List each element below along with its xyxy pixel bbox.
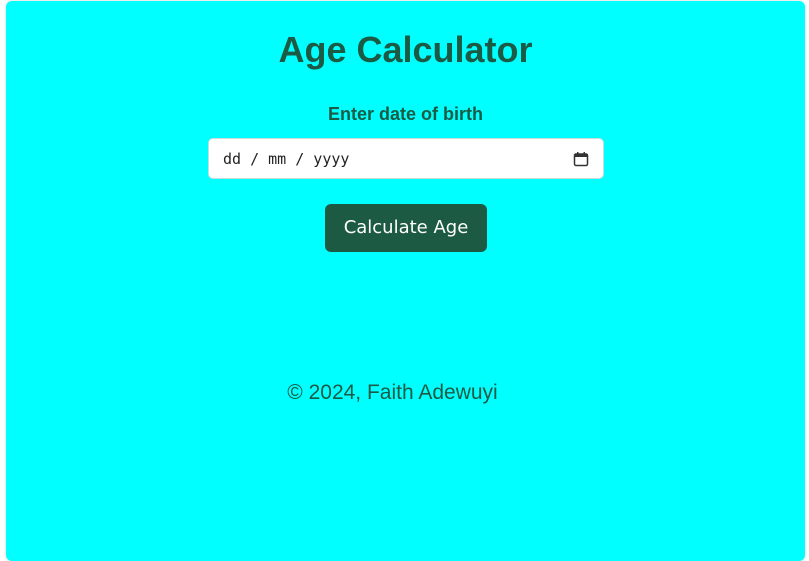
footer-copyright: © 2024, Faith Adewuyi — [287, 381, 498, 404]
date-input-placeholder: dd / mm / yyyy — [223, 150, 350, 168]
page-title: Age Calculator — [278, 29, 533, 70]
calendar-icon[interactable] — [573, 151, 589, 167]
calculate-age-button[interactable]: Calculate Age — [325, 204, 487, 252]
date-of-birth-label: Enter date of birth — [327, 104, 483, 124]
calculator-card: Age Calculator Enter date of birth dd / … — [6, 1, 805, 561]
date-of-birth-input[interactable]: dd / mm / yyyy — [208, 138, 604, 179]
